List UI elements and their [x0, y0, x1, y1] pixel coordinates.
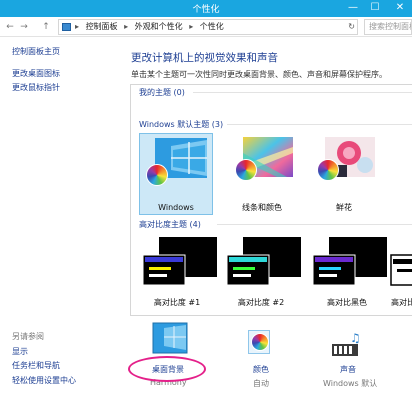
see-also-heading: 另请参阅	[12, 332, 44, 341]
minimize-button[interactable]: —	[342, 0, 364, 17]
sidebar-link-desktop-icons[interactable]: 更改桌面图标	[12, 68, 60, 79]
theme-label: 鲜花	[336, 203, 352, 212]
theme-label: 高对比度 #1	[153, 298, 201, 307]
svg-text:♫: ♫	[350, 331, 361, 345]
color-wheel-icon	[235, 159, 257, 181]
page-description: 单击某个主题可一次性同时更改桌面背景、颜色、声音和屏幕保护程序。	[131, 70, 387, 79]
sounds-value: Windows 默认	[323, 379, 378, 388]
theme-high-contrast-white[interactable]: 高对比白	[387, 235, 412, 307]
color-label[interactable]: 颜色	[253, 364, 269, 375]
high-contrast-1-thumbnail	[142, 237, 217, 286]
color-button[interactable]	[246, 330, 272, 358]
theme-flowers[interactable]: 鲜花	[309, 133, 379, 212]
address-bar[interactable]: ▸ 控制面板 ▸ 外观和个性化 ▸ 个性化 ↻	[58, 19, 358, 35]
high-contrast-2-thumbnail	[226, 237, 301, 286]
my-themes-heading[interactable]: 我的主题 (0)	[139, 87, 185, 98]
group-divider	[217, 224, 412, 225]
theme-label: 高对比白	[391, 298, 412, 307]
annotation-circle	[128, 356, 206, 382]
breadcrumb-personalization[interactable]: 个性化	[200, 22, 224, 31]
theme-high-contrast-1[interactable]: 高对比度 #1	[139, 235, 217, 307]
breadcrumb-appearance[interactable]: 外观和个性化	[135, 22, 183, 31]
theme-list-panel: 我的主题 (0) Windows 默认主题 (3) Windows 线条和颜色 …	[130, 84, 412, 316]
color-wheel-icon	[251, 333, 269, 351]
theme-label: 线条和颜色	[242, 203, 282, 212]
back-arrow-icon[interactable]: ←	[4, 20, 16, 34]
high-contrast-white-thumbnail	[390, 254, 412, 286]
forward-arrow-icon[interactable]: →	[18, 20, 30, 34]
group-divider	[193, 92, 412, 93]
group-divider	[227, 124, 412, 125]
desktop-background-icon	[152, 322, 188, 354]
search-input[interactable]: 搜索控制面板	[364, 19, 412, 35]
sounds-button[interactable]: ♫	[330, 330, 364, 360]
breadcrumb-separator: ▸	[124, 22, 129, 31]
windows-themes-heading[interactable]: Windows 默认主题 (3)	[139, 119, 223, 130]
sounds-label[interactable]: 声音	[340, 364, 356, 375]
sidebar-link-display[interactable]: 显示	[12, 346, 28, 357]
sidebar-link-ease-of-access[interactable]: 轻松使用设置中心	[12, 375, 76, 386]
theme-windows[interactable]: Windows	[139, 133, 213, 215]
title-bar: 个性化 — ☐ ✕	[0, 0, 412, 17]
high-contrast-black-thumbnail	[312, 237, 387, 286]
close-button[interactable]: ✕	[388, 0, 412, 17]
theme-label: 高对比度 #2	[237, 298, 285, 307]
theme-lines-and-colors[interactable]: 线条和颜色	[227, 133, 297, 212]
control-panel-icon	[62, 23, 71, 31]
page-title: 更改计算机上的视觉效果和声音	[131, 52, 278, 64]
color-wheel-icon	[317, 159, 339, 181]
theme-high-contrast-2[interactable]: 高对比度 #2	[223, 235, 301, 307]
high-contrast-heading[interactable]: 高对比度主题 (4)	[139, 219, 201, 230]
theme-label: Windows	[158, 203, 194, 212]
color-value: 自动	[253, 379, 269, 388]
theme-label: 高对比黑色	[327, 298, 367, 307]
maximize-button[interactable]: ☐	[364, 0, 386, 17]
sidebar-link-home[interactable]: 控制面板主页	[12, 46, 60, 57]
theme-high-contrast-black[interactable]: 高对比黑色	[309, 235, 387, 307]
sounds-icon: ♫	[332, 331, 361, 356]
sidebar-link-mouse-pointer[interactable]: 更改鼠标指针	[12, 82, 60, 93]
navigation-bar: ← → ↑ ▸ 控制面板 ▸ 外观和个性化 ▸ 个性化 ↻ 搜索控制面板	[0, 17, 412, 37]
refresh-icon[interactable]: ↻	[348, 20, 355, 34]
color-wheel-icon	[146, 164, 168, 186]
breadcrumb-control-panel[interactable]: 控制面板	[86, 22, 118, 31]
sidebar-link-taskbar[interactable]: 任务栏和导航	[12, 360, 60, 371]
breadcrumb-separator: ▸	[75, 22, 80, 31]
up-arrow-icon[interactable]: ↑	[40, 20, 52, 34]
breadcrumb-separator: ▸	[189, 22, 194, 31]
